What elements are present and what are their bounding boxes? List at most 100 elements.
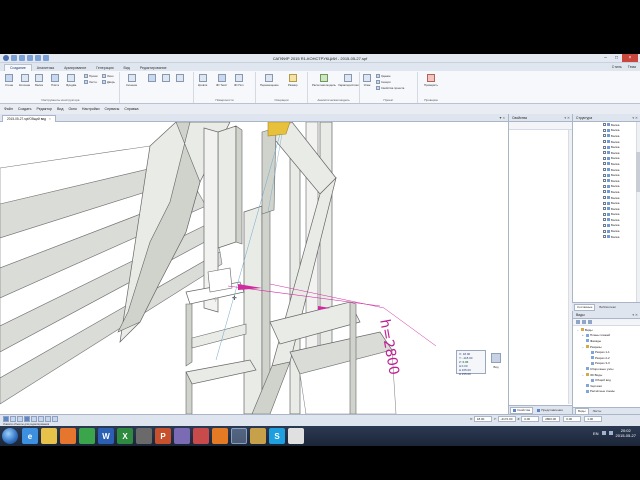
scroll-thumb[interactable] (636, 152, 640, 192)
tab-representations[interactable]: Представления (535, 407, 565, 414)
menu-services[interactable]: Сервисы (105, 107, 120, 111)
visibility-checkbox[interactable] (603, 134, 606, 138)
style-menu[interactable]: Стиль (612, 65, 622, 69)
status-value-input[interactable]: 0.00 (563, 416, 582, 422)
ie-icon[interactable]: e (22, 428, 38, 444)
snap-end-icon[interactable] (17, 416, 23, 422)
slab-button[interactable]: Плита (51, 74, 59, 87)
structure-scrollbar[interactable] (636, 122, 640, 302)
status-value-input[interactable]: 1.00 (584, 416, 603, 422)
powerpoint-icon[interactable]: P (155, 428, 171, 444)
expand-toggle[interactable]: − (582, 373, 585, 377)
beam-button[interactable]: Балка (35, 74, 43, 87)
visibility-checkbox[interactable] (603, 151, 606, 155)
section-tool-4[interactable] (176, 74, 184, 82)
visibility-checkbox[interactable] (603, 196, 606, 200)
opening-button[interactable]: Проем (84, 74, 98, 78)
status-value-input[interactable]: -4172.00 (497, 416, 516, 422)
3d-floor-button[interactable]: 3D Пол (234, 74, 244, 87)
menu-settings[interactable]: Настройки (82, 107, 100, 111)
close-tab-icon[interactable]: × (49, 117, 51, 121)
foundation-button[interactable]: Фундам. (66, 74, 77, 87)
firefox-icon[interactable] (212, 428, 228, 444)
tab-create[interactable]: Создание (4, 64, 32, 71)
visibility-checkbox[interactable] (603, 190, 606, 194)
view-cube-icon[interactable] (491, 353, 501, 363)
visibility-checkbox[interactable] (603, 162, 606, 166)
menu-file[interactable]: Файл (4, 107, 13, 111)
tab-controls-icon[interactable]: ▾ × (500, 115, 505, 120)
close-button[interactable]: × (622, 54, 638, 62)
snap-middle-icon[interactable] (24, 416, 30, 422)
section-tool-2[interactable] (148, 74, 156, 82)
calc-model-button[interactable]: Расчетная модель (312, 74, 336, 87)
clock[interactable]: 20:02 2015-05-27 (616, 428, 636, 438)
visibility-checkbox[interactable] (603, 223, 606, 227)
visibility-checkbox[interactable] (603, 156, 606, 160)
visibility-checkbox[interactable] (603, 207, 606, 211)
wall-button[interactable]: Стена (5, 74, 13, 87)
views-tree-item[interactable]: Расчётные схемы (577, 389, 640, 395)
visibility-checkbox[interactable] (603, 145, 606, 149)
visibility-checkbox[interactable] (603, 179, 606, 183)
menu-editor[interactable]: Редактор (37, 107, 52, 111)
folder-icon[interactable] (250, 428, 266, 444)
structure-item[interactable]: Балка (573, 234, 637, 240)
panel-controls-icon[interactable]: ▾ ✕ (632, 311, 638, 319)
sapfir-icon[interactable] (231, 428, 247, 444)
theme-menu[interactable]: Тема (628, 65, 636, 69)
visibility-checkbox[interactable] (603, 173, 606, 177)
expand-toggle[interactable]: − (577, 328, 580, 332)
dimension-button[interactable]: Размер (288, 74, 298, 87)
project-properties-button[interactable]: Свойства проекта (376, 86, 404, 90)
3d-text-button[interactable]: 3D Текст (216, 74, 227, 87)
menu-view[interactable]: Вид (57, 107, 64, 111)
menu-window[interactable]: Окно (69, 107, 77, 111)
visibility-checkbox[interactable] (603, 218, 606, 222)
visibility-checkbox[interactable] (603, 229, 606, 233)
menu-help[interactable]: Справка (124, 107, 138, 111)
move-button[interactable]: Перемещение (260, 74, 279, 87)
snap-point-icon[interactable] (10, 416, 16, 422)
maximize-button[interactable]: □ (611, 54, 622, 62)
3d-viewport[interactable]: ✛ + h=2800 (0, 122, 508, 414)
skype-icon[interactable]: S (269, 428, 285, 444)
unknown-icon[interactable] (136, 428, 152, 444)
expand-toggle[interactable]: − (582, 345, 585, 349)
document-tab[interactable]: 2015-05-27.spf/Общий вид × (2, 115, 56, 122)
view-cube[interactable]: Вид (486, 350, 506, 374)
snap-grid-icon[interactable] (3, 416, 9, 422)
notes-icon[interactable] (288, 428, 304, 444)
window-button[interactable]: Окно (102, 74, 114, 78)
building-button[interactable]: Здание (376, 74, 391, 78)
section-tool-3[interactable] (162, 74, 170, 82)
panel-controls-icon[interactable]: ▾ ✕ (632, 114, 638, 122)
panel-controls-icon[interactable]: ▾ ✕ (564, 114, 570, 122)
status-value-input[interactable]: 2800.00 (542, 416, 561, 422)
visibility-checkbox[interactable] (603, 168, 606, 172)
tab-components[interactable]: Составные (574, 303, 596, 311)
snap-center-icon[interactable] (31, 416, 37, 422)
visibility-checkbox[interactable] (603, 123, 606, 127)
visibility-checkbox[interactable] (603, 212, 606, 216)
add-view-icon[interactable] (576, 320, 580, 324)
roof-button[interactable]: Кровля (198, 74, 207, 87)
door-button[interactable]: Дверь (102, 80, 115, 84)
characteristics-button[interactable]: Характеристики (338, 74, 359, 87)
network-icon[interactable] (601, 431, 606, 435)
media-icon[interactable] (60, 428, 76, 444)
word-icon[interactable]: W (98, 428, 114, 444)
stairs-button[interactable]: Лестн. (84, 80, 97, 84)
minimize-button[interactable]: – (600, 54, 611, 62)
app2-icon[interactable] (193, 428, 209, 444)
visibility-checkbox[interactable] (603, 201, 606, 205)
polar-icon[interactable] (52, 416, 58, 422)
volume-icon[interactable] (608, 431, 613, 435)
chrome-icon[interactable] (79, 428, 95, 444)
settings-icon[interactable] (588, 320, 592, 324)
visibility-checkbox[interactable] (603, 235, 606, 239)
excel-icon[interactable]: X (117, 428, 133, 444)
ortho-icon[interactable] (45, 416, 51, 422)
section-button[interactable]: Сечение (126, 74, 137, 87)
status-value-input[interactable]: 0.00 (521, 416, 540, 422)
